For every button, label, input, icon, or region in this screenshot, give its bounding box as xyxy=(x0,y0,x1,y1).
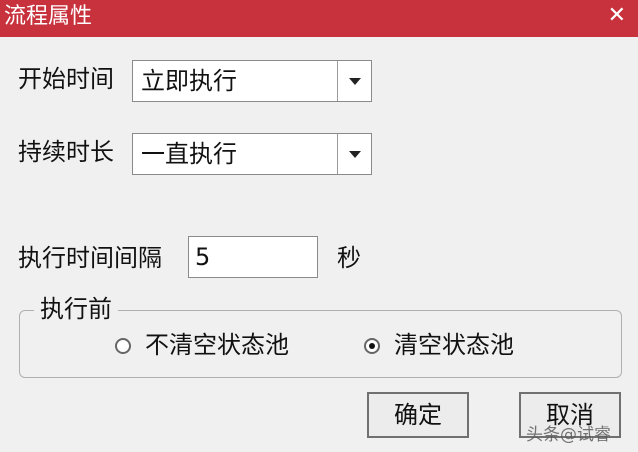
interval-unit: 秒 xyxy=(337,244,361,272)
start-time-value: 立即执行 xyxy=(141,67,237,95)
close-icon[interactable]: ✕ xyxy=(608,4,626,28)
ok-button[interactable]: 确定 xyxy=(367,392,469,438)
interval-label: 执行时间间隔 xyxy=(18,244,162,272)
interval-input[interactable]: 5 xyxy=(188,236,318,278)
start-time-label: 开始时间 xyxy=(18,65,114,93)
chevron-down-icon[interactable] xyxy=(337,134,371,174)
duration-label: 持续时长 xyxy=(18,138,114,166)
radio-no-clear-label[interactable]: 不清空状态池 xyxy=(145,330,289,360)
window-title: 流程属性 xyxy=(4,4,93,29)
start-time-dropdown[interactable]: 立即执行 xyxy=(132,60,372,102)
title-bar: 流程属性 ✕ xyxy=(0,0,638,37)
radio-clear[interactable] xyxy=(364,338,380,354)
chevron-down-icon[interactable] xyxy=(337,61,371,101)
duration-dropdown[interactable]: 一直执行 xyxy=(132,133,372,175)
interval-value: 5 xyxy=(195,243,211,271)
radio-no-clear[interactable] xyxy=(115,338,131,354)
watermark: 头条@试睿 xyxy=(526,425,611,445)
before-exec-group-label: 执行前 xyxy=(34,294,118,324)
radio-clear-label[interactable]: 清空状态池 xyxy=(394,330,514,360)
duration-value: 一直执行 xyxy=(141,140,237,168)
